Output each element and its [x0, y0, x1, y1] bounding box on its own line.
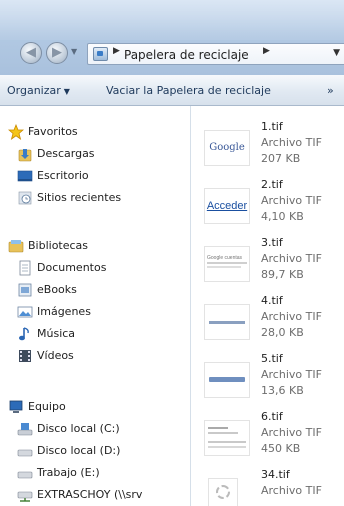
organize-button[interactable]: Organizar ▼ [7, 84, 70, 97]
thumbnail-text: Google cuentas [207, 255, 243, 261]
file-thumbnail [204, 362, 250, 398]
explorer-window: ◀ ▶ ▼ ▶ Papelera de reciclaje ▶ ▼ Organi… [0, 0, 344, 506]
file-thumbnail [204, 420, 250, 456]
pictures-icon [17, 306, 33, 318]
file-item[interactable]: 34.tif Archivo TIF [191, 466, 344, 506]
file-size: 13,6 KB [261, 384, 304, 397]
thumbnail-text: Google [209, 142, 245, 153]
file-list: Google 1.tif Archivo TIF 207 KB Acceder … [191, 106, 344, 506]
file-thumbnail: Google [204, 130, 250, 166]
file-item[interactable]: Google 1.tif Archivo TIF 207 KB [191, 118, 344, 176]
file-type: Archivo TIF [261, 368, 322, 381]
chevron-down-icon: ▼ [63, 87, 70, 96]
file-type: Archivo TIF [261, 136, 322, 149]
file-name: 3.tif [261, 236, 283, 249]
breadcrumb-separator-icon[interactable]: ▶ [113, 46, 120, 56]
file-type: Archivo TIF [261, 194, 322, 207]
back-arrow-icon: ◀ [26, 45, 36, 60]
file-name: 2.tif [261, 178, 283, 191]
libraries-icon [8, 240, 24, 253]
file-size: 89,7 KB [261, 268, 304, 281]
ebooks-icon [18, 283, 32, 297]
file-size: 207 KB [261, 152, 301, 165]
file-item[interactable]: 6.tif Archivo TIF 450 KB [191, 408, 344, 466]
file-size: 450 KB [261, 442, 301, 455]
star-icon [8, 124, 24, 140]
back-button[interactable]: ◀ [20, 42, 42, 64]
empty-recycle-bin-button[interactable]: Vaciar la Papelera de reciclaje [106, 84, 271, 97]
file-item[interactable]: 5.tif Archivo TIF 13,6 KB [191, 350, 344, 408]
file-type: Archivo TIF [261, 484, 322, 497]
file-name: 4.tif [261, 294, 283, 307]
videos-icon [19, 350, 31, 362]
desktop-icon [17, 170, 33, 182]
recent-pages-dropdown-icon[interactable]: ▼ [71, 47, 77, 56]
downloads-icon [18, 149, 32, 162]
file-thumbnail: Acceder [204, 188, 250, 224]
file-type: Archivo TIF [261, 252, 322, 265]
system-drive-icon [17, 423, 33, 436]
drive-icon [17, 449, 33, 457]
computer-icon [9, 400, 23, 413]
navigation-pane: Favoritos Descargas Escritorio Sitios re… [0, 106, 191, 506]
file-item[interactable]: Acceder 2.tif Archivo TIF 4,10 KB [191, 176, 344, 234]
music-icon [19, 327, 29, 341]
title-bar: ◀ ▶ ▼ ▶ Papelera de reciclaje ▶ ▼ [0, 0, 344, 75]
recent-places-icon [18, 191, 32, 205]
more-commands-button[interactable]: » [327, 84, 334, 97]
breadcrumb-separator-icon[interactable]: ▶ [263, 46, 270, 56]
file-name: 5.tif [261, 352, 283, 365]
file-name: 34.tif [261, 468, 290, 481]
file-thumbnail [208, 478, 238, 506]
file-thumbnail: Google cuentas [204, 246, 250, 282]
file-name: 6.tif [261, 410, 283, 423]
address-dropdown-icon[interactable]: ▼ [333, 48, 340, 58]
recycle-bin-icon [93, 47, 108, 61]
file-thumbnail [204, 304, 250, 340]
file-name: 1.tif [261, 120, 283, 133]
file-item[interactable]: Google cuentas 3.tif Archivo TIF 89,7 KB [191, 234, 344, 292]
file-type: Archivo TIF [261, 426, 322, 439]
organize-label: Organizar [7, 84, 61, 97]
file-item[interactable]: 4.tif Archivo TIF 28,0 KB [191, 292, 344, 350]
documents-icon [19, 260, 31, 276]
command-bar: Organizar ▼ Vaciar la Papelera de recicla… [0, 75, 344, 106]
thumbnail-text: Acceder [206, 200, 248, 212]
breadcrumb-recycle-bin[interactable]: Papelera de reciclaje [124, 48, 249, 62]
file-size: 28,0 KB [261, 326, 304, 339]
file-type: Archivo TIF [261, 310, 322, 323]
forward-button[interactable]: ▶ [46, 42, 68, 64]
address-bar[interactable]: ▶ Papelera de reciclaje ▶ ▼ [87, 43, 344, 65]
drive-icon [17, 471, 33, 479]
network-drive-icon [17, 491, 33, 502]
forward-arrow-icon: ▶ [52, 45, 62, 60]
file-size: 4,10 KB [261, 210, 304, 223]
